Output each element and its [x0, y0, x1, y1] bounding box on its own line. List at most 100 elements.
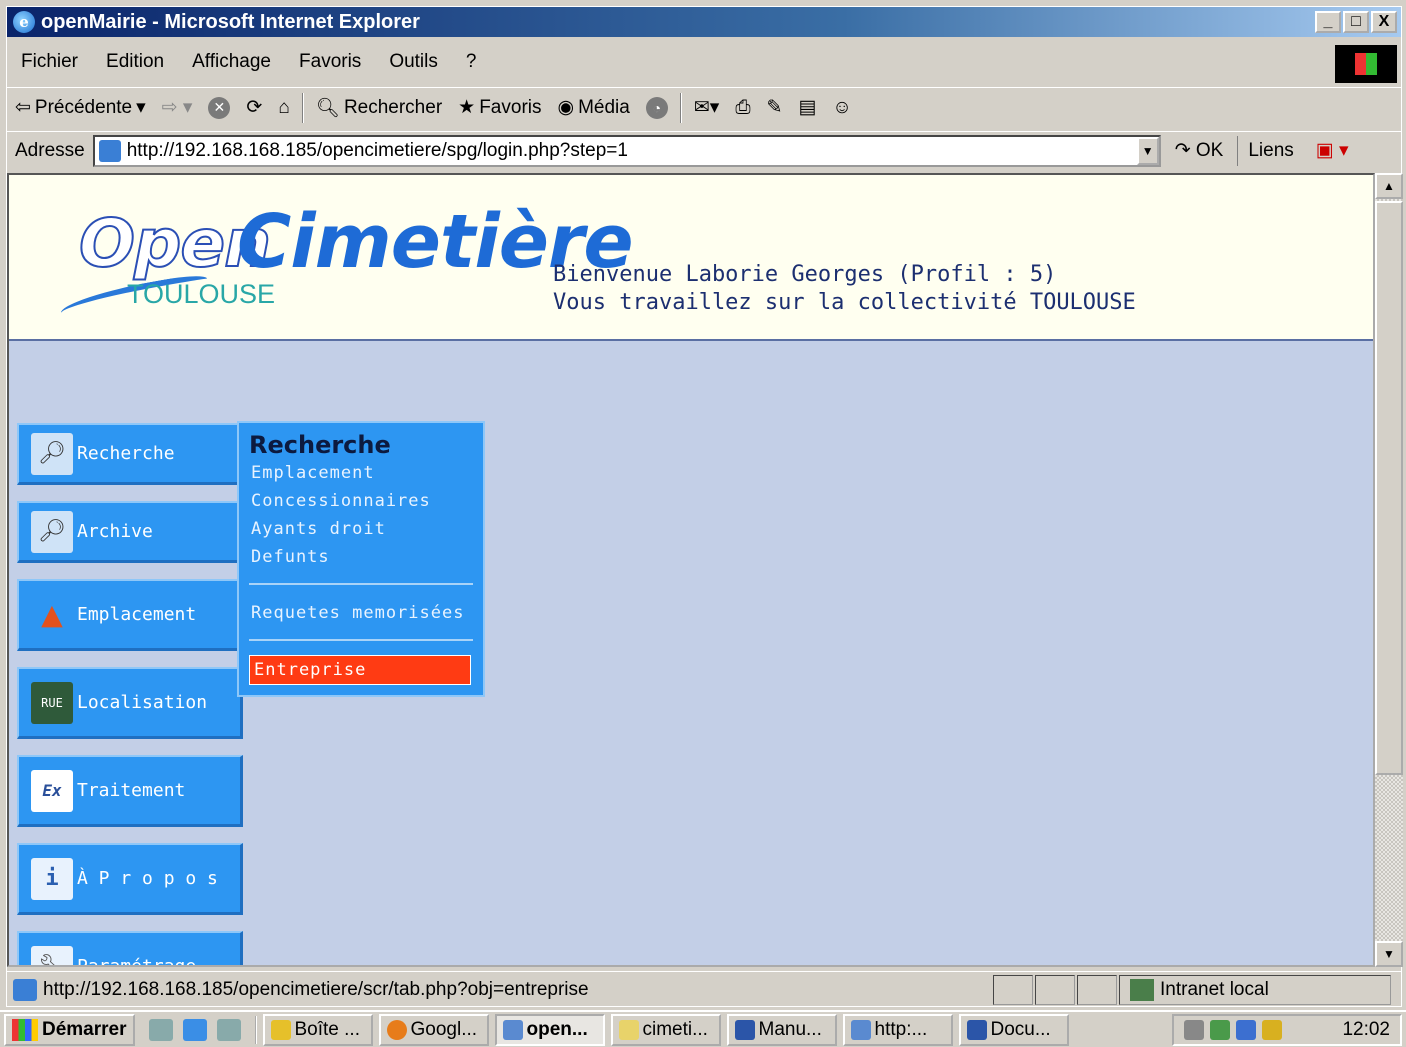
start-button[interactable]: Démarrer — [4, 1013, 135, 1046]
welcome-line-collectivite: Vous travaillez sur la collectivité TOUL… — [553, 290, 1136, 315]
task-label: Manu... — [758, 1018, 822, 1040]
menu-favoris[interactable]: Favoris — [285, 51, 375, 73]
nav-label: Traitement — [77, 780, 186, 801]
status-cell — [1035, 974, 1075, 1005]
stop-button[interactable]: ✕ — [200, 96, 238, 119]
taskbar: Démarrer Boîte ... Googl... open... cime… — [0, 1010, 1406, 1047]
ie-icon[interactable] — [182, 1018, 207, 1041]
nav-item-archive[interactable]: 🔎︎ Archive — [17, 501, 243, 563]
main-nav: 🔎︎ Recherche 🔎︎ Archive ▲ Emplacement RU… — [17, 423, 243, 965]
opencimetiere-logo: Open Cimetière TOULOUSE — [58, 195, 634, 320]
status-cell — [1077, 974, 1117, 1005]
title-bar: e openMairie - Microsoft Internet Explor… — [7, 7, 1401, 37]
forward-button[interactable]: ⇨ ▾ — [154, 96, 201, 119]
media-label: Média — [578, 96, 630, 118]
submenu-link-requetes[interactable]: Requetes memorisées — [251, 603, 464, 623]
submenu-link-ayants-droit[interactable]: Ayants droit — [251, 519, 386, 539]
nav-item-traitement[interactable]: Ex Traitement — [17, 755, 243, 827]
edit-button[interactable]: ✎ — [759, 96, 791, 119]
shield-icon[interactable] — [1236, 1020, 1256, 1040]
ie-icon: e — [13, 11, 35, 33]
print-button[interactable]: ⎙ — [727, 97, 758, 119]
task-boite[interactable]: Boîte ... — [262, 1013, 373, 1046]
refresh-button[interactable]: ⟳ — [238, 96, 270, 119]
window-controls: _ □ X — [1315, 11, 1397, 33]
printer-icon[interactable] — [216, 1018, 241, 1041]
submenu-link-defunts[interactable]: Defunts — [251, 547, 330, 567]
menu-fichier[interactable]: Fichier — [7, 51, 92, 73]
nav-label: À P r o p o s — [77, 868, 218, 889]
task-cimetiere[interactable]: cimeti... — [610, 1013, 721, 1046]
quick-launch — [148, 1015, 257, 1044]
task-manuel[interactable]: Manu... — [726, 1013, 837, 1046]
mail-button[interactable]: ✉▾ — [686, 96, 727, 119]
desktop-icon[interactable] — [148, 1018, 173, 1041]
toolbar-separator — [679, 92, 682, 123]
recherche-submenu: Recherche Emplacement Concessionnaires A… — [237, 421, 485, 697]
discuss-button[interactable]: ▤ — [790, 96, 824, 119]
menu-outils[interactable]: Outils — [375, 51, 452, 73]
task-http[interactable]: http:... — [842, 1013, 953, 1046]
scroll-thumb[interactable] — [1375, 201, 1403, 775]
task-google[interactable]: Googl... — [378, 1013, 489, 1046]
history-button[interactable]: ◔ — [638, 96, 676, 119]
links-button[interactable]: Liens — [1237, 135, 1303, 166]
task-label: http:... — [874, 1018, 928, 1040]
edit-icon: ✎ — [766, 97, 783, 118]
ie-icon — [502, 1019, 523, 1040]
outlook-icon — [270, 1019, 291, 1040]
media-icon: ◉ — [557, 97, 575, 118]
task-label: Docu... — [990, 1018, 1051, 1040]
maximize-button[interactable]: □ — [1343, 11, 1369, 33]
page-icon — [98, 139, 121, 162]
nav-item-recherche[interactable]: 🔎︎ Recherche — [17, 423, 243, 485]
back-label: Précédente — [34, 96, 133, 118]
task-openmairie[interactable]: open... — [494, 1013, 605, 1046]
submenu-link-entreprise[interactable]: Entreprise — [249, 655, 471, 685]
search-button[interactable]: 🔍︎ Rechercher — [308, 96, 450, 120]
vertical-scrollbar[interactable]: ▲ ▼ — [1375, 173, 1403, 967]
submenu-divider — [249, 639, 473, 641]
menu-help[interactable]: ? — [452, 51, 491, 73]
close-button[interactable]: X — [1371, 11, 1397, 33]
nav-item-localisation[interactable]: RUE Localisation — [17, 667, 243, 739]
menu-affichage[interactable]: Affichage — [178, 51, 285, 73]
status-url: http://192.168.168.185/opencimetiere/scr… — [43, 978, 589, 1000]
chevron-down-icon: ▾ — [136, 97, 146, 118]
go-button[interactable]: ↷ OK — [1161, 139, 1238, 162]
pdf-icon[interactable]: ▣ ▾ — [1316, 139, 1349, 162]
system-tray: 12:02 — [1172, 1014, 1402, 1046]
favorites-button[interactable]: ★ Favoris — [450, 96, 549, 119]
media-button[interactable]: ◉ Média — [550, 96, 638, 119]
minimize-button[interactable]: _ — [1315, 11, 1341, 33]
submenu-link-concessionnaires[interactable]: Concessionnaires — [251, 491, 431, 511]
submenu-title: Recherche — [249, 431, 391, 459]
nav-item-apropos[interactable]: i À P r o p o s — [17, 843, 243, 915]
pyramid-icon: ▲ — [41, 594, 63, 635]
messenger-button[interactable]: ☺ — [824, 97, 859, 119]
menu-edition[interactable]: Edition — [92, 51, 178, 73]
scroll-down-icon[interactable]: ▼ — [1375, 941, 1403, 967]
submenu-link-emplacement[interactable]: Emplacement — [251, 463, 375, 483]
volume-icon[interactable] — [1184, 1020, 1204, 1040]
task-document[interactable]: Docu... — [958, 1013, 1069, 1046]
logo-city-text: TOULOUSE — [127, 279, 276, 309]
nav-item-parametrage[interactable]: 🔧︎ Paramétrage — [17, 931, 243, 965]
intranet-icon — [1130, 978, 1154, 1001]
home-button[interactable]: ⌂ — [270, 97, 297, 119]
address-label: Adresse — [15, 139, 85, 161]
forward-arrow-icon: ⇨ ▾ — [161, 97, 193, 118]
start-label: Démarrer — [42, 1018, 127, 1040]
address-dropdown-icon[interactable]: ▼ — [1136, 136, 1159, 165]
task-label: Boîte ... — [294, 1018, 360, 1040]
scroll-up-icon[interactable]: ▲ — [1375, 173, 1403, 199]
discuss-icon: ▤ — [798, 97, 817, 118]
mail-icon: ✉▾ — [693, 97, 720, 118]
submenu-divider — [249, 583, 473, 585]
back-button[interactable]: ⇦ Précédente ▾ — [7, 96, 154, 119]
network-icon[interactable] — [1210, 1020, 1230, 1040]
keyboard-icon[interactable] — [1262, 1020, 1282, 1040]
address-input[interactable]: http://192.168.168.185/opencimetiere/spg… — [92, 134, 1161, 167]
street-sign-icon: RUE — [31, 681, 73, 724]
nav-item-emplacement[interactable]: ▲ Emplacement — [17, 579, 243, 651]
